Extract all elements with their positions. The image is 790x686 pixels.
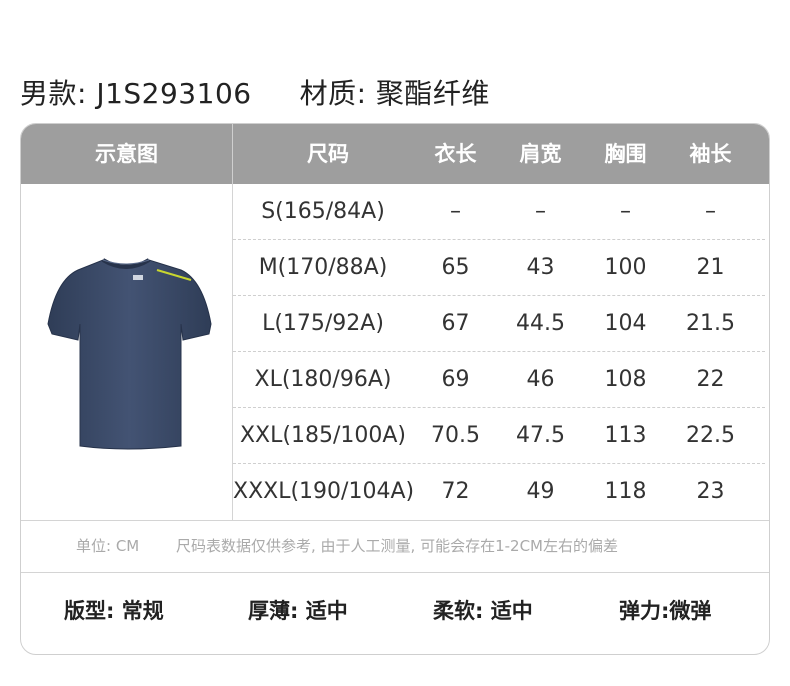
- cell-shoulder: 49: [526, 479, 555, 504]
- cell-shoulder: –: [535, 199, 546, 224]
- unit-label: 单位: CM: [76, 537, 140, 555]
- attr-fit: 版型: 常规: [64, 599, 164, 623]
- header-diagram: 示意图: [95, 142, 158, 166]
- cell-sleeve: –: [705, 199, 716, 224]
- table-row: S(165/84A) – – – –: [233, 184, 769, 240]
- cell-length: 70.5: [431, 423, 480, 448]
- header-length: 衣长: [434, 142, 477, 166]
- header-shoulder: 肩宽: [519, 142, 562, 166]
- cell-length: 65: [441, 255, 470, 280]
- attr-thickness: 厚薄: 适中: [248, 599, 348, 623]
- cell-sleeve: 21: [696, 255, 725, 280]
- cell-length: 67: [441, 311, 470, 336]
- table-row: XXXL(190/104A) 72 49 118 23: [233, 464, 769, 520]
- cell-chest: 104: [604, 311, 647, 336]
- cell-size: S(165/84A): [261, 199, 385, 224]
- cell-shoulder: 43: [526, 255, 555, 280]
- cell-size: XXXL(190/104A): [233, 479, 415, 504]
- table-row: XL(180/96A) 69 46 108 22: [233, 352, 769, 408]
- attr-softness: 柔软: 适中: [433, 599, 533, 623]
- cell-shoulder: 46: [526, 367, 555, 392]
- cell-chest: –: [620, 199, 631, 224]
- table-row: L(175/92A) 67 44.5 104 21.5: [233, 296, 769, 352]
- cell-sleeve: 22.5: [686, 423, 735, 448]
- cell-length: 72: [441, 479, 470, 504]
- cell-length: –: [450, 199, 461, 224]
- product-info-line: 男款: J1S293106 材质: 聚酯纤维: [20, 72, 490, 112]
- cell-chest: 100: [604, 255, 647, 280]
- cell-sleeve: 22: [696, 367, 725, 392]
- table-header: 示意图 尺码 衣长 肩宽 胸围 袖长: [21, 124, 769, 184]
- cell-shoulder: 44.5: [516, 311, 565, 336]
- size-chart-card: 示意图 尺码 衣长 肩宽 胸围 袖长 S(165/84A) – – – – M(…: [20, 123, 770, 655]
- note-text: 尺码表数据仅供参考, 由于人工测量, 可能会存在1-2CM左右的偏差: [176, 537, 618, 555]
- cell-size: M(170/88A): [258, 255, 388, 280]
- model-label: 男款: J1S293106: [20, 77, 252, 110]
- table-row: XXL(185/100A) 70.5 47.5 113 22.5: [233, 408, 769, 464]
- attr-elasticity: 弹力:微弹: [619, 599, 712, 623]
- cell-chest: 118: [604, 479, 647, 504]
- cell-shoulder: 47.5: [516, 423, 565, 448]
- cell-size: L(175/92A): [262, 311, 384, 336]
- tshirt-image: [47, 258, 212, 450]
- table-row: M(170/88A) 65 43 100 21: [233, 240, 769, 296]
- cell-length: 69: [441, 367, 470, 392]
- cell-size: XXL(185/100A): [239, 423, 406, 448]
- material-label: 材质: 聚酯纤维: [299, 77, 490, 110]
- cell-chest: 108: [604, 367, 647, 392]
- measurement-note: 单位: CM 尺码表数据仅供参考, 由于人工测量, 可能会存在1-2CM左右的偏…: [21, 520, 769, 572]
- cell-sleeve: 21.5: [686, 311, 735, 336]
- header-sleeve: 袖长: [689, 142, 732, 166]
- fabric-attributes: 版型: 常规 厚薄: 适中 柔软: 适中 弹力:微弹: [21, 573, 769, 654]
- cell-chest: 113: [604, 423, 647, 448]
- cell-size: XL(180/96A): [254, 367, 392, 392]
- header-size: 尺码: [307, 142, 349, 166]
- shirt-diagram: [21, 184, 232, 520]
- cell-sleeve: 23: [696, 479, 725, 504]
- header-chest: 胸围: [604, 142, 647, 166]
